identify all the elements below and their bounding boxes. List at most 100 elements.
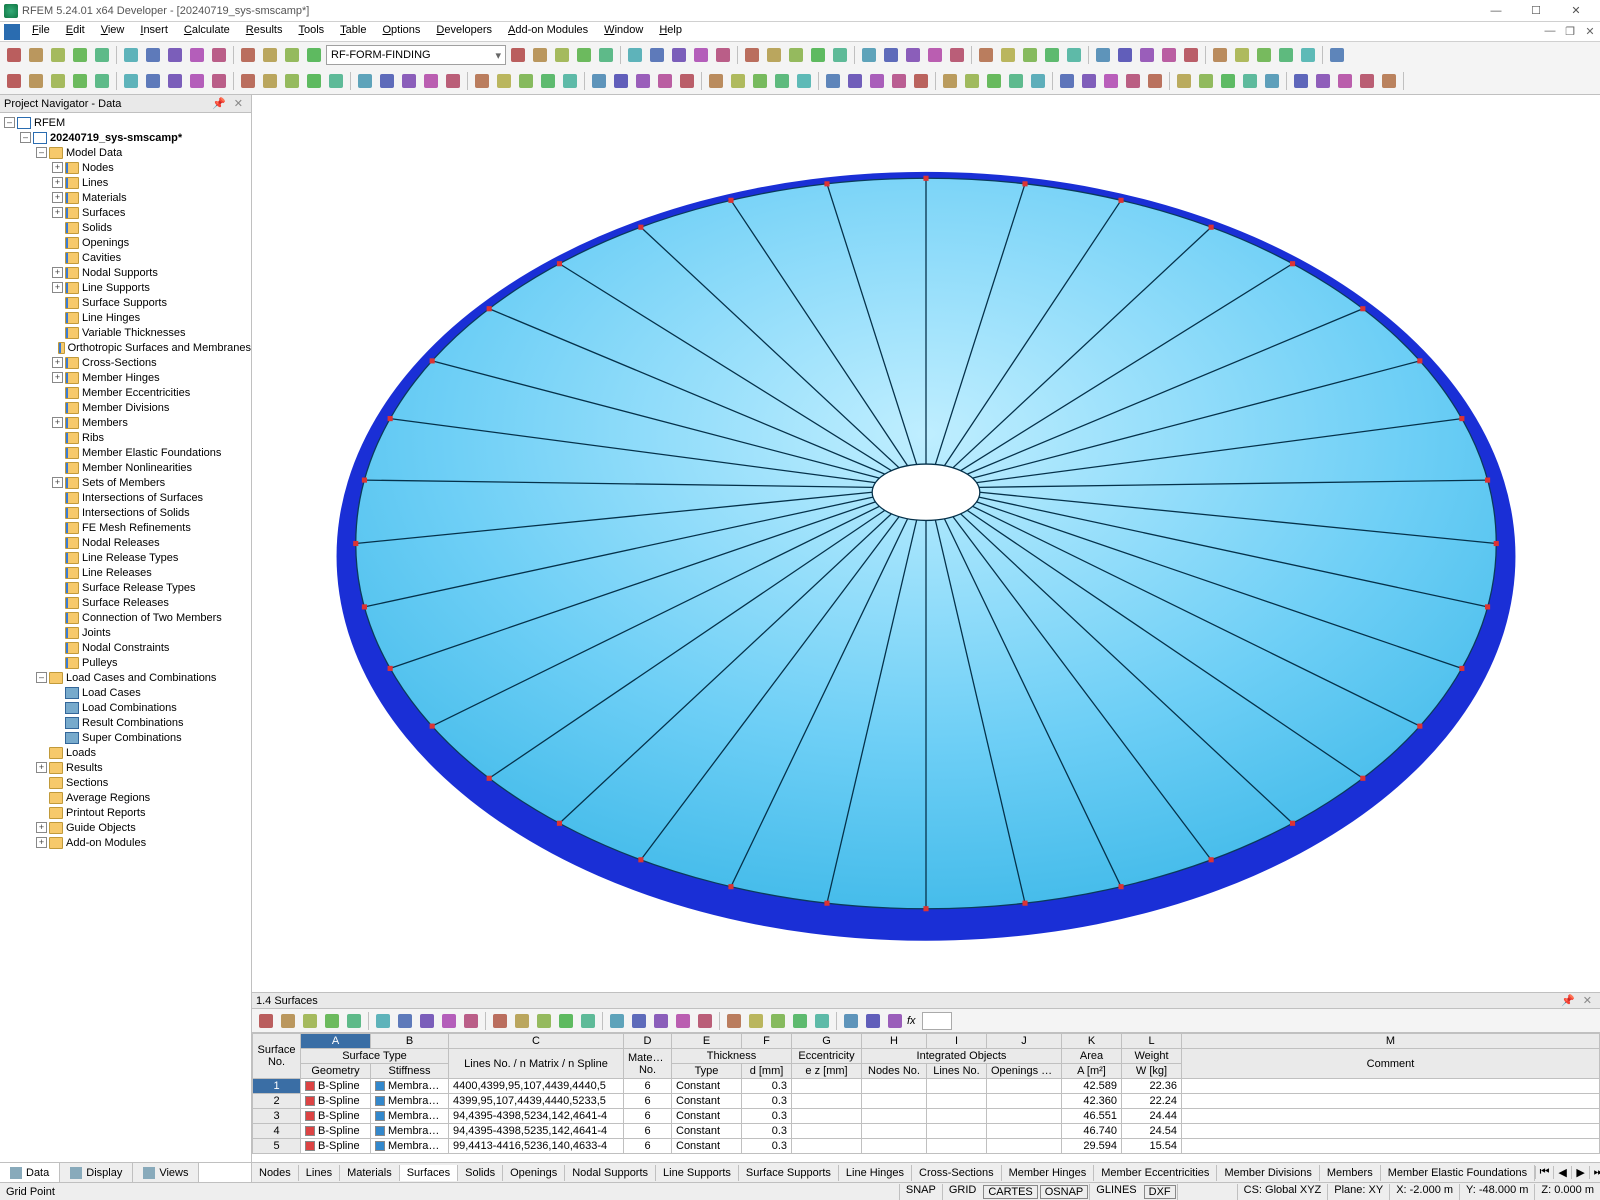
tb1b-btn-7[interactable] [669, 45, 689, 65]
tab-nav-btn[interactable]: ▶ [1571, 1166, 1589, 1179]
tree-item-load-combinations[interactable]: Load Combinations [0, 700, 251, 715]
menu-tools[interactable]: Tools [290, 22, 332, 41]
tb1a-btn-12[interactable] [282, 45, 302, 65]
tb1b-btn-27[interactable] [1137, 45, 1157, 65]
menu-calculate[interactable]: Calculate [176, 22, 238, 41]
tree-item-connection-of-two-members[interactable]: Connection of Two Members [0, 610, 251, 625]
close-button[interactable]: ✕ [1556, 1, 1596, 21]
dtb-btn-5[interactable] [373, 1011, 393, 1031]
tb1b-btn-21[interactable] [998, 45, 1018, 65]
tb1a-btn-4[interactable] [92, 45, 112, 65]
dtb-btn-1[interactable] [278, 1011, 298, 1031]
tb2-btn-6[interactable] [143, 71, 163, 91]
tb2-btn-18[interactable] [421, 71, 441, 91]
tb2-btn-5[interactable] [121, 71, 141, 91]
table-row[interactable]: 4 B-Spline Membrane... 94,4395-4398,5235… [253, 1124, 1600, 1139]
tab-member-divisions[interactable]: Member Divisions [1217, 1165, 1319, 1181]
tree-item-average-regions[interactable]: Average Regions [0, 790, 251, 805]
tab-line-supports[interactable]: Line Supports [656, 1165, 739, 1181]
tree-item-20240719-sys-smscamp-[interactable]: –20240719_sys-smscamp* [0, 130, 251, 145]
tb1b-btn-32[interactable] [1254, 45, 1274, 65]
tb2-btn-55[interactable] [1291, 71, 1311, 91]
minimize-button[interactable]: ― [1476, 1, 1516, 21]
dtb-btn-13[interactable] [556, 1011, 576, 1031]
dtb-btn-2[interactable] [300, 1011, 320, 1031]
dtb-btn-25[interactable] [841, 1011, 861, 1031]
tree-item-nodal-releases[interactable]: Nodal Releases [0, 535, 251, 550]
tab-members[interactable]: Members [1320, 1165, 1381, 1181]
tb2-btn-57[interactable] [1335, 71, 1355, 91]
tb1a-btn-11[interactable] [260, 45, 280, 65]
formula-box[interactable] [922, 1012, 952, 1030]
status-dxf[interactable]: DXF [1144, 1185, 1176, 1199]
tree-item-joints[interactable]: Joints [0, 625, 251, 640]
tb1b-btn-1[interactable] [530, 45, 550, 65]
tree-item-results[interactable]: +Results [0, 760, 251, 775]
tab-nav-btn[interactable]: ⏭ [1589, 1166, 1600, 1179]
tab-member-eccentricities[interactable]: Member Eccentricities [1094, 1165, 1217, 1181]
tree-item-materials[interactable]: +Materials [0, 190, 251, 205]
tree-item-members[interactable]: +Members [0, 415, 251, 430]
tb2-btn-34[interactable] [794, 71, 814, 91]
dtb-btn-17[interactable] [651, 1011, 671, 1031]
tb2-btn-47[interactable] [1101, 71, 1121, 91]
tb2-btn-54[interactable] [1262, 71, 1282, 91]
tb1b-btn-12[interactable] [786, 45, 806, 65]
dtb-btn-20[interactable] [724, 1011, 744, 1031]
tree-item-intersections-of-solids[interactable]: Intersections of Solids [0, 505, 251, 520]
menu-help[interactable]: Help [651, 22, 690, 41]
tb1b-btn-17[interactable] [903, 45, 923, 65]
tb1b-btn-5[interactable] [625, 45, 645, 65]
tree-item-super-combinations[interactable]: Super Combinations [0, 730, 251, 745]
tree-item-surface-release-types[interactable]: Surface Release Types [0, 580, 251, 595]
tb2-btn-31[interactable] [728, 71, 748, 91]
tree-item-nodal-supports[interactable]: +Nodal Supports [0, 265, 251, 280]
navigator-tree[interactable]: –RFEM–20240719_sys-smscamp*–Model Data +N… [0, 113, 251, 1162]
tb2-btn-25[interactable] [589, 71, 609, 91]
dtb-btn-3[interactable] [322, 1011, 342, 1031]
tree-item-member-hinges[interactable]: +Member Hinges [0, 370, 251, 385]
dtb-btn-4[interactable] [344, 1011, 364, 1031]
tb2-btn-44[interactable] [1028, 71, 1048, 91]
tb2-btn-10[interactable] [238, 71, 258, 91]
tree-item-rfem[interactable]: –RFEM [0, 115, 251, 130]
dtb-btn-14[interactable] [578, 1011, 598, 1031]
table-pin-icon[interactable]: 📌 [1557, 994, 1579, 1007]
tb1b-btn-28[interactable] [1159, 45, 1179, 65]
tb2-btn-4[interactable] [92, 71, 112, 91]
dtb-btn-21[interactable] [746, 1011, 766, 1031]
tb2-btn-42[interactable] [984, 71, 1004, 91]
status-grid[interactable]: GRID [942, 1184, 983, 1200]
tree-item-member-elastic-foundations[interactable]: Member Elastic Foundations [0, 445, 251, 460]
tree-item-guide-objects[interactable]: +Guide Objects [0, 820, 251, 835]
col-surface-no[interactable]: SurfaceNo. [253, 1034, 301, 1079]
tb2-btn-3[interactable] [70, 71, 90, 91]
menu-results[interactable]: Results [238, 22, 291, 41]
tree-item-model-data[interactable]: –Model Data [0, 145, 251, 160]
tree-item-member-divisions[interactable]: Member Divisions [0, 400, 251, 415]
module-combo[interactable]: RF-FORM-FINDING▾ [326, 45, 506, 65]
tb2-btn-22[interactable] [516, 71, 536, 91]
tb2-btn-43[interactable] [1006, 71, 1026, 91]
table-row[interactable]: 5 B-Spline Membrane... 99,4413-4416,5236… [253, 1139, 1600, 1154]
tb2-btn-23[interactable] [538, 71, 558, 91]
dtb-btn-8[interactable] [439, 1011, 459, 1031]
menu-developers[interactable]: Developers [428, 22, 500, 41]
tree-item-solids[interactable]: Solids [0, 220, 251, 235]
tree-item-line-supports[interactable]: +Line Supports [0, 280, 251, 295]
mdi-close-button[interactable]: ✕ [1580, 22, 1600, 40]
tb1b-btn-6[interactable] [647, 45, 667, 65]
tb2-btn-38[interactable] [889, 71, 909, 91]
tree-item-intersections-of-surfaces[interactable]: Intersections of Surfaces [0, 490, 251, 505]
3d-viewport[interactable] [252, 95, 1600, 992]
table-row[interactable]: 1 B-Spline Membrane... 4400,4399,95,107,… [253, 1079, 1600, 1094]
tab-nodal-supports[interactable]: Nodal Supports [565, 1165, 656, 1181]
tab-openings[interactable]: Openings [503, 1165, 565, 1181]
tb2-btn-19[interactable] [443, 71, 463, 91]
menu-insert[interactable]: Insert [132, 22, 176, 41]
tab-member-hinges[interactable]: Member Hinges [1002, 1165, 1095, 1181]
tree-item-member-eccentricities[interactable]: Member Eccentricities [0, 385, 251, 400]
tb2-btn-16[interactable] [377, 71, 397, 91]
navtab-data[interactable]: Data [0, 1163, 60, 1182]
tb2-btn-49[interactable] [1145, 71, 1165, 91]
